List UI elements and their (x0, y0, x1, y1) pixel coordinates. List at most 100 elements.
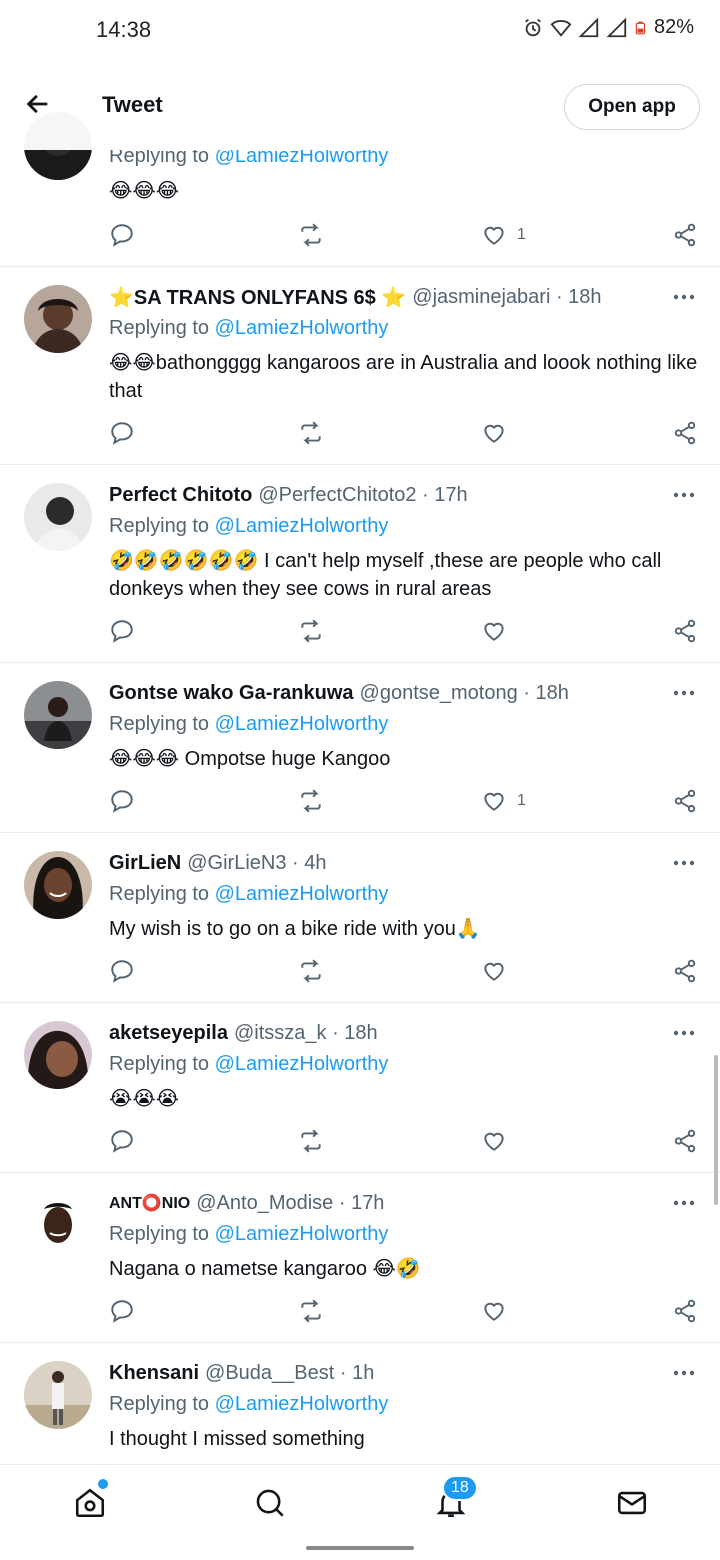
retweet-button[interactable] (297, 956, 325, 986)
reply-button[interactable] (109, 1296, 135, 1326)
reply-text: 😭😭😭 (109, 1088, 180, 1110)
replying-prefix: Replying to (109, 317, 210, 339)
like-button[interactable] (481, 1126, 517, 1156)
more-options-button[interactable] (670, 1019, 698, 1047)
replying-to-link[interactable]: @LamiezHolworthy (215, 1223, 389, 1245)
share-icon (674, 959, 696, 983)
top-app-bar: Tweet Open app (0, 62, 720, 150)
reply-item[interactable]: Perfect Chitoto @PerfectChitoto2 · 17h R… (0, 465, 720, 663)
replying-to-link[interactable]: @LamiezHolworthy (215, 317, 389, 339)
display-name[interactable]: ⭐SA TRANS ONLYFANS 6$ ⭐ (109, 285, 406, 310)
replying-to-link[interactable]: @LamiezHolworthy (215, 883, 389, 905)
avatar[interactable] (24, 851, 92, 919)
gesture-bar[interactable] (306, 1546, 414, 1550)
avatar[interactable] (24, 1021, 92, 1089)
avatar[interactable] (24, 483, 92, 551)
handle-and-time: @GirLieN3 · 4h (187, 851, 327, 874)
display-name[interactable]: Perfect Chitoto (109, 484, 252, 507)
heart-icon (484, 1132, 504, 1151)
reply-text: 😂😂bathongggg kangaroos are in Australia … (109, 352, 698, 402)
share-icon (674, 619, 696, 643)
comment-icon (111, 224, 133, 247)
reply-item[interactable]: Gontse wako Ga-rankuwa @gontse_motong · … (0, 663, 720, 833)
display-name[interactable]: GirLieN (109, 852, 181, 875)
nav-messages[interactable] (612, 1483, 652, 1523)
retweet-button[interactable] (297, 1296, 325, 1326)
page-title: Tweet (102, 92, 163, 117)
replying-to: Replying to @LamiezHolworthy (109, 1223, 698, 1251)
replying-to-link[interactable]: @LamiezHolworthy (215, 515, 389, 537)
more-options-button[interactable] (670, 481, 698, 509)
like-button[interactable]: 1 (481, 220, 526, 250)
replying-to: Replying to @LamiezHolworthy (109, 317, 698, 345)
reply-button[interactable] (109, 616, 135, 646)
retweet-button[interactable] (297, 220, 325, 250)
share-button[interactable] (672, 956, 698, 986)
reply-header: GirLieN @GirLieN3 · 4h (109, 849, 698, 877)
more-options-button[interactable] (670, 679, 698, 707)
search-icon (256, 1489, 284, 1517)
open-app-button[interactable]: Open app (564, 84, 700, 130)
like-button[interactable] (481, 1296, 517, 1326)
reply-item[interactable]: ANT⭕NIO @Anto_Modise · 17h Replying to @… (0, 1173, 720, 1343)
display-name[interactable]: ANT⭕NIO (109, 1193, 190, 1213)
display-name[interactable]: aketseyepila (109, 1022, 228, 1045)
handle-and-time: @jasminejabari · 18h (412, 285, 602, 308)
scrollbar-thumb[interactable] (714, 1055, 718, 1205)
like-button[interactable] (481, 418, 517, 448)
reply-item[interactable]: GirLieN @GirLieN3 · 4h Replying to @Lami… (0, 833, 720, 1003)
mail-icon (617, 1491, 647, 1515)
more-horizontal-icon (673, 1030, 695, 1036)
retweet-button[interactable] (297, 786, 325, 816)
more-options-button[interactable] (670, 1189, 698, 1217)
reply-item[interactable]: aketseyepila @itssza_k · 18h Replying to… (0, 1003, 720, 1173)
reply-button[interactable] (109, 786, 135, 816)
reply-item[interactable]: ⭐SA TRANS ONLYFANS 6$ ⭐ @jasminejabari ·… (0, 267, 720, 465)
like-button[interactable]: 1 (481, 786, 526, 816)
replying-to: Replying to @LamiezHolworthy (109, 883, 698, 911)
like-button[interactable] (481, 616, 517, 646)
share-icon (674, 789, 696, 813)
reply-button[interactable] (109, 956, 135, 986)
avatar[interactable] (24, 681, 92, 749)
display-name[interactable]: Gontse wako Ga-rankuwa (109, 682, 354, 705)
status-time: 14:38 (96, 17, 152, 42)
reply-text: Nagana o nametse kangaroo 😂🤣 (109, 1258, 421, 1280)
more-options-button[interactable] (670, 1359, 698, 1387)
retweet-icon (301, 421, 321, 445)
share-button[interactable] (672, 786, 698, 816)
retweet-button[interactable] (297, 418, 325, 448)
replying-to-link[interactable]: @LamiezHolworthy (215, 1393, 389, 1415)
handle-and-time: @PerfectChitoto2 · 17h (258, 483, 468, 506)
display-name[interactable]: Khensani (109, 1362, 199, 1385)
notifications-badge: 18 (442, 1475, 478, 1501)
retweet-button[interactable] (297, 616, 325, 646)
nav-search[interactable] (250, 1483, 290, 1523)
action-bar: 1 (109, 786, 698, 816)
reply-button[interactable] (109, 418, 135, 448)
replying-prefix: Replying to (109, 713, 210, 735)
nav-home[interactable] (70, 1479, 110, 1523)
reply-button[interactable] (109, 1126, 135, 1156)
more-options-button[interactable] (670, 849, 698, 877)
replying-to-link[interactable]: @LamiezHolworthy (215, 713, 389, 735)
replying-to: Replying to @LamiezHolworthy (109, 1393, 698, 1421)
replying-to-link[interactable]: @LamiezHolworthy (215, 1053, 389, 1075)
action-bar (109, 956, 698, 986)
avatar[interactable] (24, 1191, 92, 1259)
like-button[interactable] (481, 956, 517, 986)
reply-item[interactable]: Khensani @Buda__Best · 1h Replying to @L… (0, 1343, 720, 1468)
more-options-button[interactable] (670, 283, 698, 311)
back-button[interactable] (22, 88, 54, 120)
reply-text: I thought I missed something (109, 1428, 365, 1450)
reply-button[interactable] (109, 220, 135, 250)
avatar[interactable] (24, 1361, 92, 1429)
avatar[interactable] (24, 285, 92, 353)
share-button[interactable] (672, 418, 698, 448)
comment-icon (111, 620, 133, 643)
share-button[interactable] (672, 1296, 698, 1326)
retweet-button[interactable] (297, 1126, 325, 1156)
share-button[interactable] (672, 220, 698, 250)
share-button[interactable] (672, 616, 698, 646)
share-button[interactable] (672, 1126, 698, 1156)
